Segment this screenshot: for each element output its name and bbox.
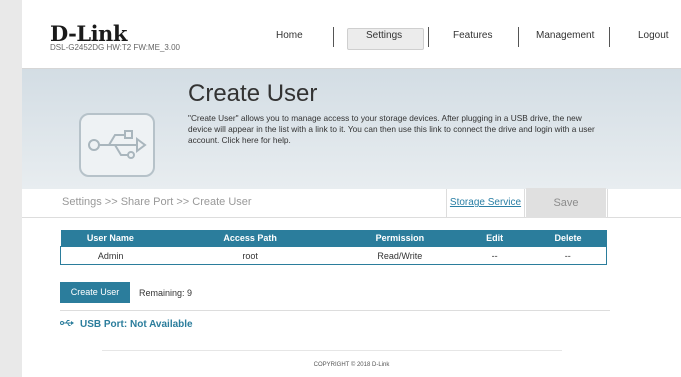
cell-access-path: root <box>160 246 340 265</box>
edit-button[interactable]: -- <box>459 246 530 265</box>
col-edit: Edit <box>459 230 530 247</box>
col-user-name: User Name <box>60 230 161 247</box>
user-table: User Name Access Path Permission Edit De… <box>60 230 607 265</box>
cell-permission: Read/Write <box>339 246 460 265</box>
breadcrumb: Settings >> Share Port >> Create User <box>62 196 252 208</box>
nav-features[interactable]: Features <box>453 30 492 41</box>
col-access-path: Access Path <box>160 230 340 247</box>
divider <box>60 310 610 311</box>
nav-settings[interactable]: Settings <box>366 30 402 41</box>
divider <box>607 189 608 217</box>
col-delete: Delete <box>529 230 607 247</box>
cell-user-name: Admin <box>60 246 161 265</box>
usb-icon <box>79 113 155 177</box>
nav-separator <box>609 27 610 47</box>
nav-separator <box>518 27 519 47</box>
header: D-Link DSL-G2452DG HW:T2 FW:ME_3.00 Home… <box>22 0 681 69</box>
create-user-button[interactable]: Create User <box>60 282 130 303</box>
copyright: COPYRIGHT © 2018 D-Link <box>313 362 390 368</box>
nav-management[interactable]: Management <box>536 30 594 41</box>
page: D-Link DSL-G2452DG HW:T2 FW:ME_3.00 Home… <box>22 0 681 377</box>
delete-button[interactable]: -- <box>529 246 607 265</box>
usb-port-label: USB Port: Not Available <box>80 319 193 330</box>
nav-separator <box>428 27 429 47</box>
col-permission: Permission <box>339 230 460 247</box>
footer-divider <box>102 350 562 351</box>
nav-separator <box>333 27 334 47</box>
table-row: Admin root Read/Write -- -- <box>60 246 607 265</box>
storage-service-link[interactable]: Storage Service <box>446 189 525 217</box>
usb-icon <box>60 319 74 330</box>
remaining-count: Remaining: 9 <box>139 288 193 298</box>
usb-port-status: USB Port: Not Available <box>60 319 193 330</box>
nav-home[interactable]: Home <box>276 30 303 41</box>
page-title: Create User <box>188 80 318 107</box>
nav-logout[interactable]: Logout <box>638 30 669 41</box>
model-info: DSL-G2452DG HW:T2 FW:ME_3.00 <box>50 43 180 52</box>
table-header-row: User Name Access Path Permission Edit De… <box>60 230 607 247</box>
page-description[interactable]: "Create User" allows you to manage acces… <box>188 113 606 146</box>
save-button[interactable]: Save <box>526 188 606 218</box>
